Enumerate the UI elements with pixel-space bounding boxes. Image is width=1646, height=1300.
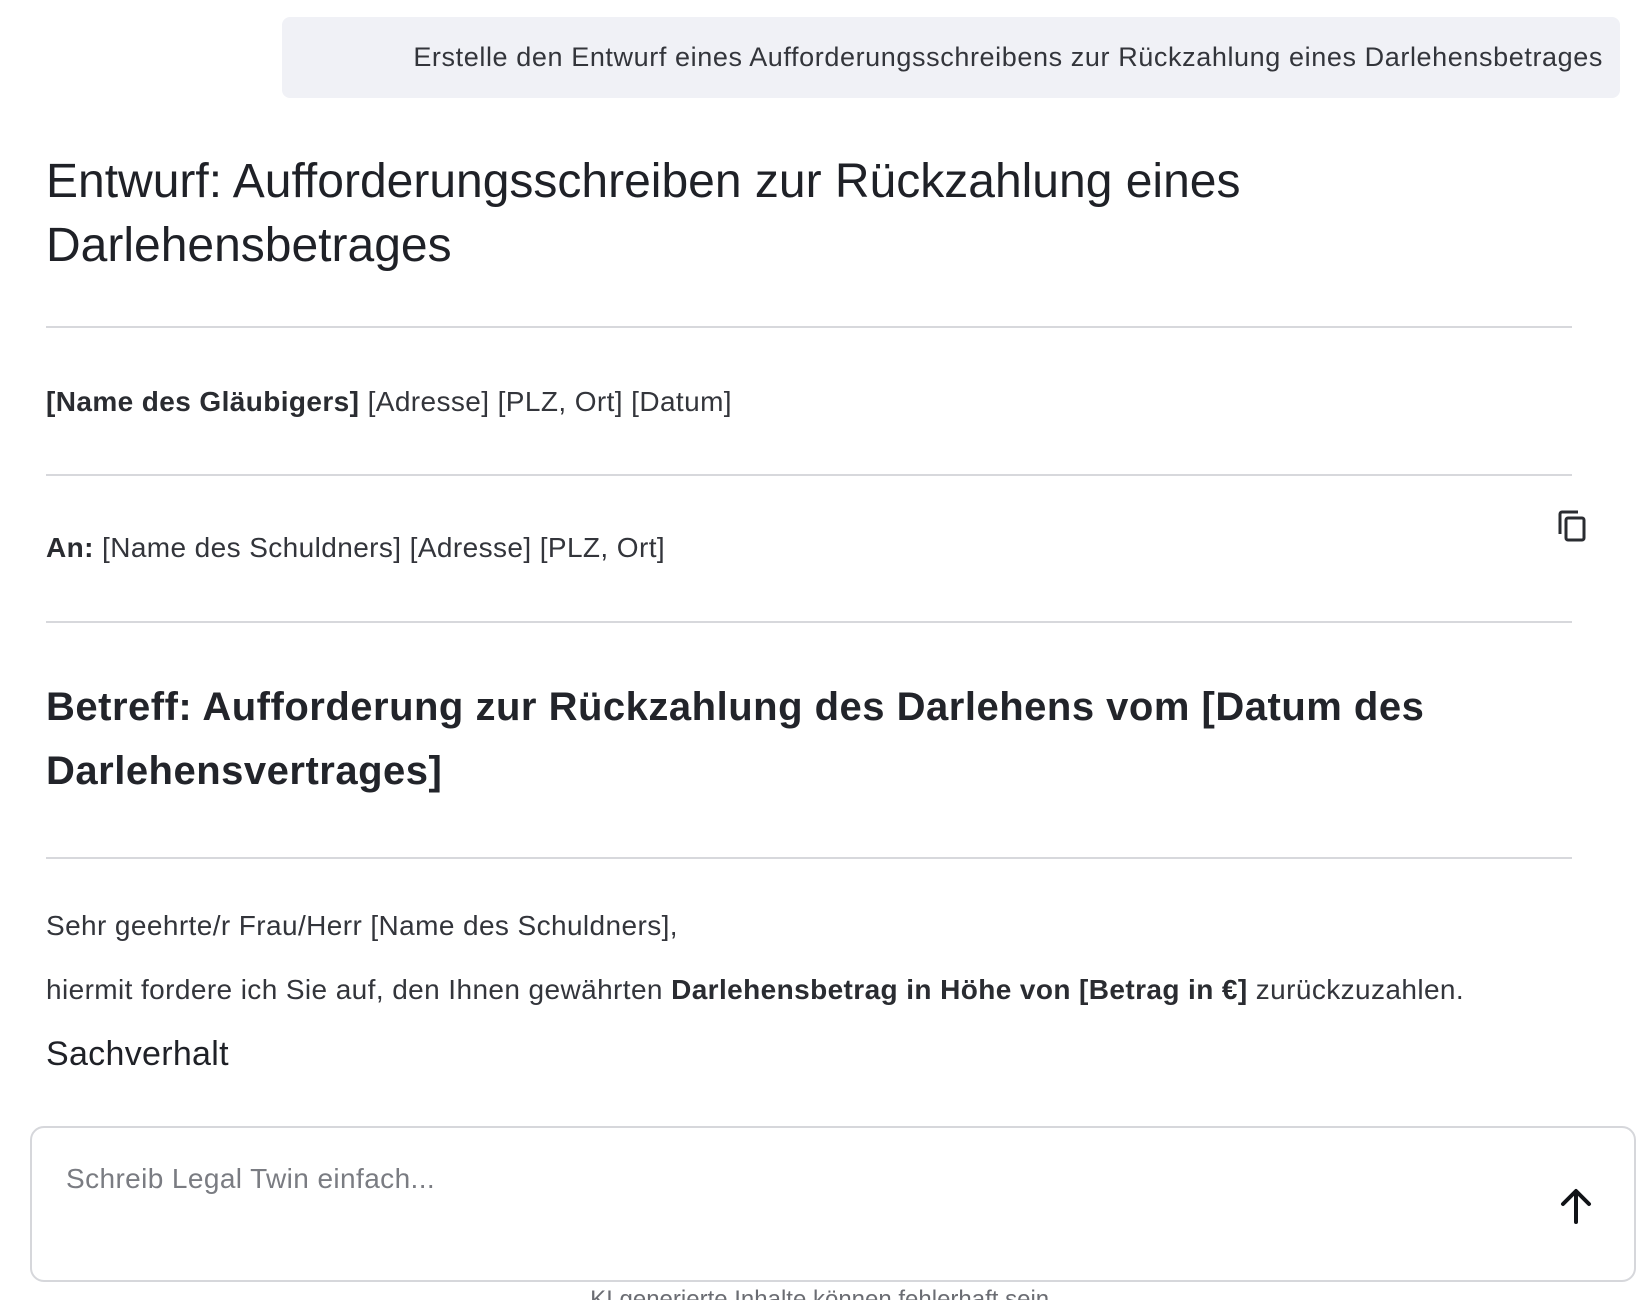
divider <box>46 474 1572 476</box>
copy-button[interactable] <box>1552 506 1592 546</box>
document-title: Entwurf: Aufforderungsschreiben zur Rück… <box>46 155 1241 272</box>
body-text-bold: Darlehensbetrag in Höhe von [Betrag in €… <box>671 974 1248 1005</box>
divider <box>46 326 1572 328</box>
user-message-bubble: Erstelle den Entwurf eines Aufforderungs… <box>282 17 1620 98</box>
subject-heading: Betreff: Aufforderung zur Rückzahlung de… <box>46 685 1425 793</box>
disclaimer-text: KI generierte Inhalte können fehlerhaft … <box>590 1286 1056 1300</box>
send-button[interactable] <box>1548 1178 1604 1234</box>
message-composer <box>30 1126 1636 1282</box>
assistant-response: Entwurf: Aufforderungsschreiben zur Rück… <box>46 150 1586 1076</box>
sender-details: [Adresse] [PLZ, Ort] [Datum] <box>359 386 732 417</box>
divider <box>46 621 1572 623</box>
sender-name: [Name des Gläubigers] <box>46 386 360 417</box>
body-paragraph: hiermit fordere ich Sie auf, den Ihnen g… <box>46 970 1572 1010</box>
section-heading: Sachverhalt <box>46 1035 229 1073</box>
arrow-up-icon <box>1561 1189 1591 1224</box>
chat-page: Erstelle den Entwurf eines Aufforderungs… <box>0 0 1646 1300</box>
greeting-text: Sehr geehrte/r Frau/Herr [Name des Schul… <box>46 910 678 941</box>
body-text-end: zurückzuzahlen. <box>1247 974 1465 1005</box>
recipient-line: An: [Name des Schuldners] [Adresse] [PLZ… <box>46 510 1586 568</box>
sender-line: [Name des Gläubigers] [Adresse] [PLZ, Or… <box>46 382 1572 422</box>
recipient-details: [Name des Schuldners] [Adresse] [PLZ, Or… <box>93 532 666 563</box>
recipient-label: An: <box>46 532 94 563</box>
copy-icon <box>1558 510 1586 542</box>
message-input[interactable] <box>64 1158 1508 1200</box>
user-message-text: Erstelle den Entwurf eines Aufforderungs… <box>413 42 1603 72</box>
divider <box>46 857 1572 859</box>
body-text-start: hiermit fordere ich Sie auf, den Ihnen g… <box>46 974 672 1005</box>
